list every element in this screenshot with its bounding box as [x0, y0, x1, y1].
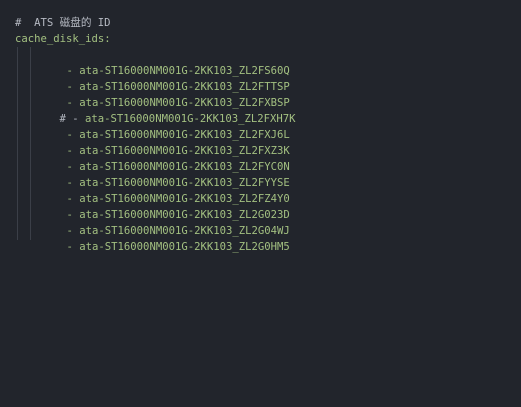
list-item[interactable]: - ata-ST16000NM001G-2KK103_ZL2FXZ3K	[41, 127, 290, 157]
yaml-comment-line[interactable]: # ATS 磁盘的 ID	[15, 15, 111, 31]
list-item[interactable]: - ata-ST16000NM001G-2KK103_ZL2FS60Q	[41, 47, 290, 77]
yaml-key-line[interactable]: cache_disk_ids:	[15, 31, 111, 47]
list-item[interactable]: - ata-ST16000NM001G-2KK103_ZL2G023D	[41, 191, 290, 221]
disk-id: ata-ST16000NM001G-2KK103_ZL2G0HM5	[79, 241, 290, 253]
list-item[interactable]: - ata-ST16000NM001G-2KK103_ZL2FYC0N	[41, 143, 290, 173]
indent-guide	[17, 47, 18, 240]
list-item[interactable]: - ata-ST16000NM001G-2KK103_ZL2FXBSP	[41, 79, 290, 109]
list-item[interactable]: - ata-ST16000NM001G-2KK103_ZL2FXJ6L	[41, 111, 290, 141]
list-item[interactable]: - ata-ST16000NM001G-2KK103_ZL2FZ4Y0	[41, 175, 290, 205]
list-item[interactable]: - ata-ST16000NM001G-2KK103_ZL2FTTSP	[41, 63, 290, 93]
list-item-commented[interactable]: # - ata-ST16000NM001G-2KK103_ZL2FXH7K	[34, 95, 296, 125]
code-editor[interactable]: # ATS 磁盘的 ID cache_disk_ids: - ata-ST160…	[0, 0, 521, 407]
list-item[interactable]: - ata-ST16000NM001G-2KK103_ZL2G04WJ	[41, 207, 290, 237]
list-item[interactable]: - ata-ST16000NM001G-2KK103_ZL2G0HM5	[41, 223, 290, 253]
indent-guide	[30, 47, 31, 240]
list-item[interactable]: - ata-ST16000NM001G-2KK103_ZL2FYYSE	[41, 159, 290, 189]
list-item-prefix: -	[66, 241, 80, 253]
